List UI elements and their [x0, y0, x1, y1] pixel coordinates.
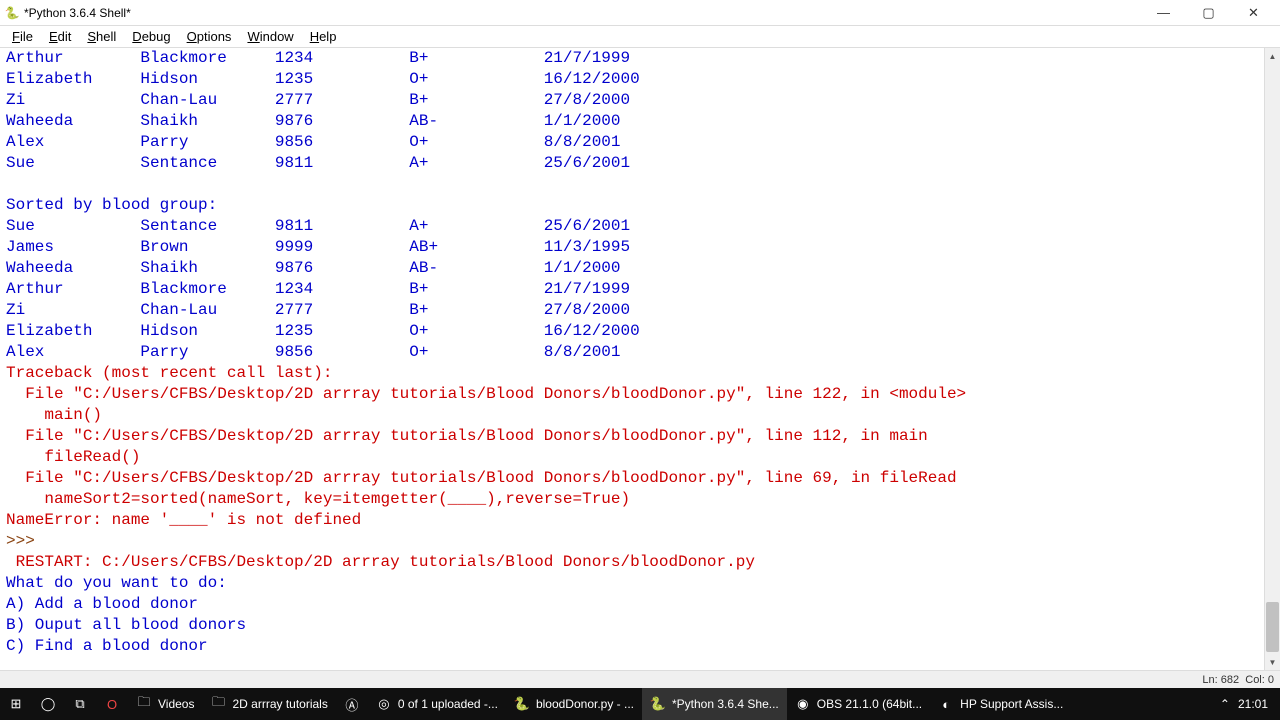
- titlebar: 🐍 *Python 3.6.4 Shell* — ▢ ✕: [0, 0, 1280, 26]
- taskbar-item-label: 0 of 1 uploaded -...: [398, 697, 498, 711]
- menu-window[interactable]: Window: [239, 27, 301, 46]
- app-icon: ◉: [795, 696, 811, 712]
- taskbar-item-label: *Python 3.6.4 She...: [672, 697, 779, 711]
- opera-button[interactable]: O: [96, 688, 128, 720]
- status-col: Col: 0: [1245, 674, 1274, 686]
- close-button[interactable]: ✕: [1231, 0, 1276, 26]
- taskbar-item[interactable]: 🐍 *Python 3.6.4 She...: [642, 688, 787, 720]
- scroll-up-icon[interactable]: ▲: [1265, 48, 1280, 64]
- shell-output[interactable]: Arthur Blackmore 1234 B+ 21/7/1999 Eliza…: [0, 48, 1264, 670]
- taskbar-item-label: bloodDonor.py - ...: [536, 697, 634, 711]
- menu-shell[interactable]: Shell: [79, 27, 124, 46]
- taskbar: ⊞ ◯ ⧉ O 🗀 Videos 🗀 2D arrray tutorials Ⓐ ◎ 0 o…: [0, 688, 1280, 720]
- scroll-thumb[interactable]: [1266, 602, 1279, 652]
- tray-chevron-icon[interactable]: ⌃: [1220, 697, 1230, 711]
- taskbar-item[interactable]: ◎ 0 of 1 uploaded -...: [368, 688, 506, 720]
- app-icon: ◐: [938, 696, 954, 712]
- show-desktop-button[interactable]: [1276, 688, 1280, 720]
- taskbar-item-label: HP Support Assis...: [960, 697, 1063, 711]
- window-title: *Python 3.6.4 Shell*: [24, 6, 131, 20]
- taskbar-item-label: OBS 21.1.0 (64bit...: [817, 697, 922, 711]
- menu-options[interactable]: Options: [179, 27, 240, 46]
- menu-help[interactable]: Help: [302, 27, 345, 46]
- vertical-scrollbar[interactable]: ▲ ▼: [1264, 48, 1280, 670]
- menu-debug[interactable]: Debug: [124, 27, 178, 46]
- taskview-button[interactable]: ⧉: [64, 688, 96, 720]
- taskbar-item[interactable]: ◉ OBS 21.1.0 (64bit...: [787, 688, 930, 720]
- menubar: File Edit Shell Debug Options Window Hel…: [0, 26, 1280, 48]
- app-icon: Ⓐ: [344, 696, 360, 712]
- app-icon: 🗀: [210, 696, 226, 712]
- taskbar-item-label: Videos: [158, 697, 194, 711]
- app-icon: ◎: [376, 696, 392, 712]
- taskbar-item[interactable]: ◐ HP Support Assis...: [930, 688, 1071, 720]
- taskbar-item-label: 2D arrray tutorials: [232, 697, 327, 711]
- app-icon: 🐍: [514, 696, 530, 712]
- app-icon: 🐍: [650, 696, 666, 712]
- taskbar-item[interactable]: 🗀 Videos: [128, 688, 202, 720]
- tray-clock[interactable]: 21:01: [1238, 697, 1268, 711]
- minimize-button[interactable]: —: [1141, 0, 1186, 26]
- menu-file[interactable]: File: [4, 27, 41, 46]
- statusbar: Ln: 682 Col: 0: [0, 670, 1280, 688]
- status-line: Ln: 682: [1202, 674, 1239, 686]
- search-button[interactable]: ◯: [32, 688, 64, 720]
- scroll-down-icon[interactable]: ▼: [1265, 654, 1280, 670]
- app-icon: 🗀: [136, 696, 152, 712]
- system-tray[interactable]: ⌃ 21:01: [1212, 688, 1276, 720]
- taskbar-item[interactable]: 🐍 bloodDonor.py - ...: [506, 688, 642, 720]
- menu-edit[interactable]: Edit: [41, 27, 79, 46]
- start-button[interactable]: ⊞: [0, 688, 32, 720]
- app-icon: 🐍: [4, 5, 20, 21]
- taskbar-item[interactable]: Ⓐ: [336, 688, 368, 720]
- taskbar-item[interactable]: 🗀 2D arrray tutorials: [202, 688, 335, 720]
- maximize-button[interactable]: ▢: [1186, 0, 1231, 26]
